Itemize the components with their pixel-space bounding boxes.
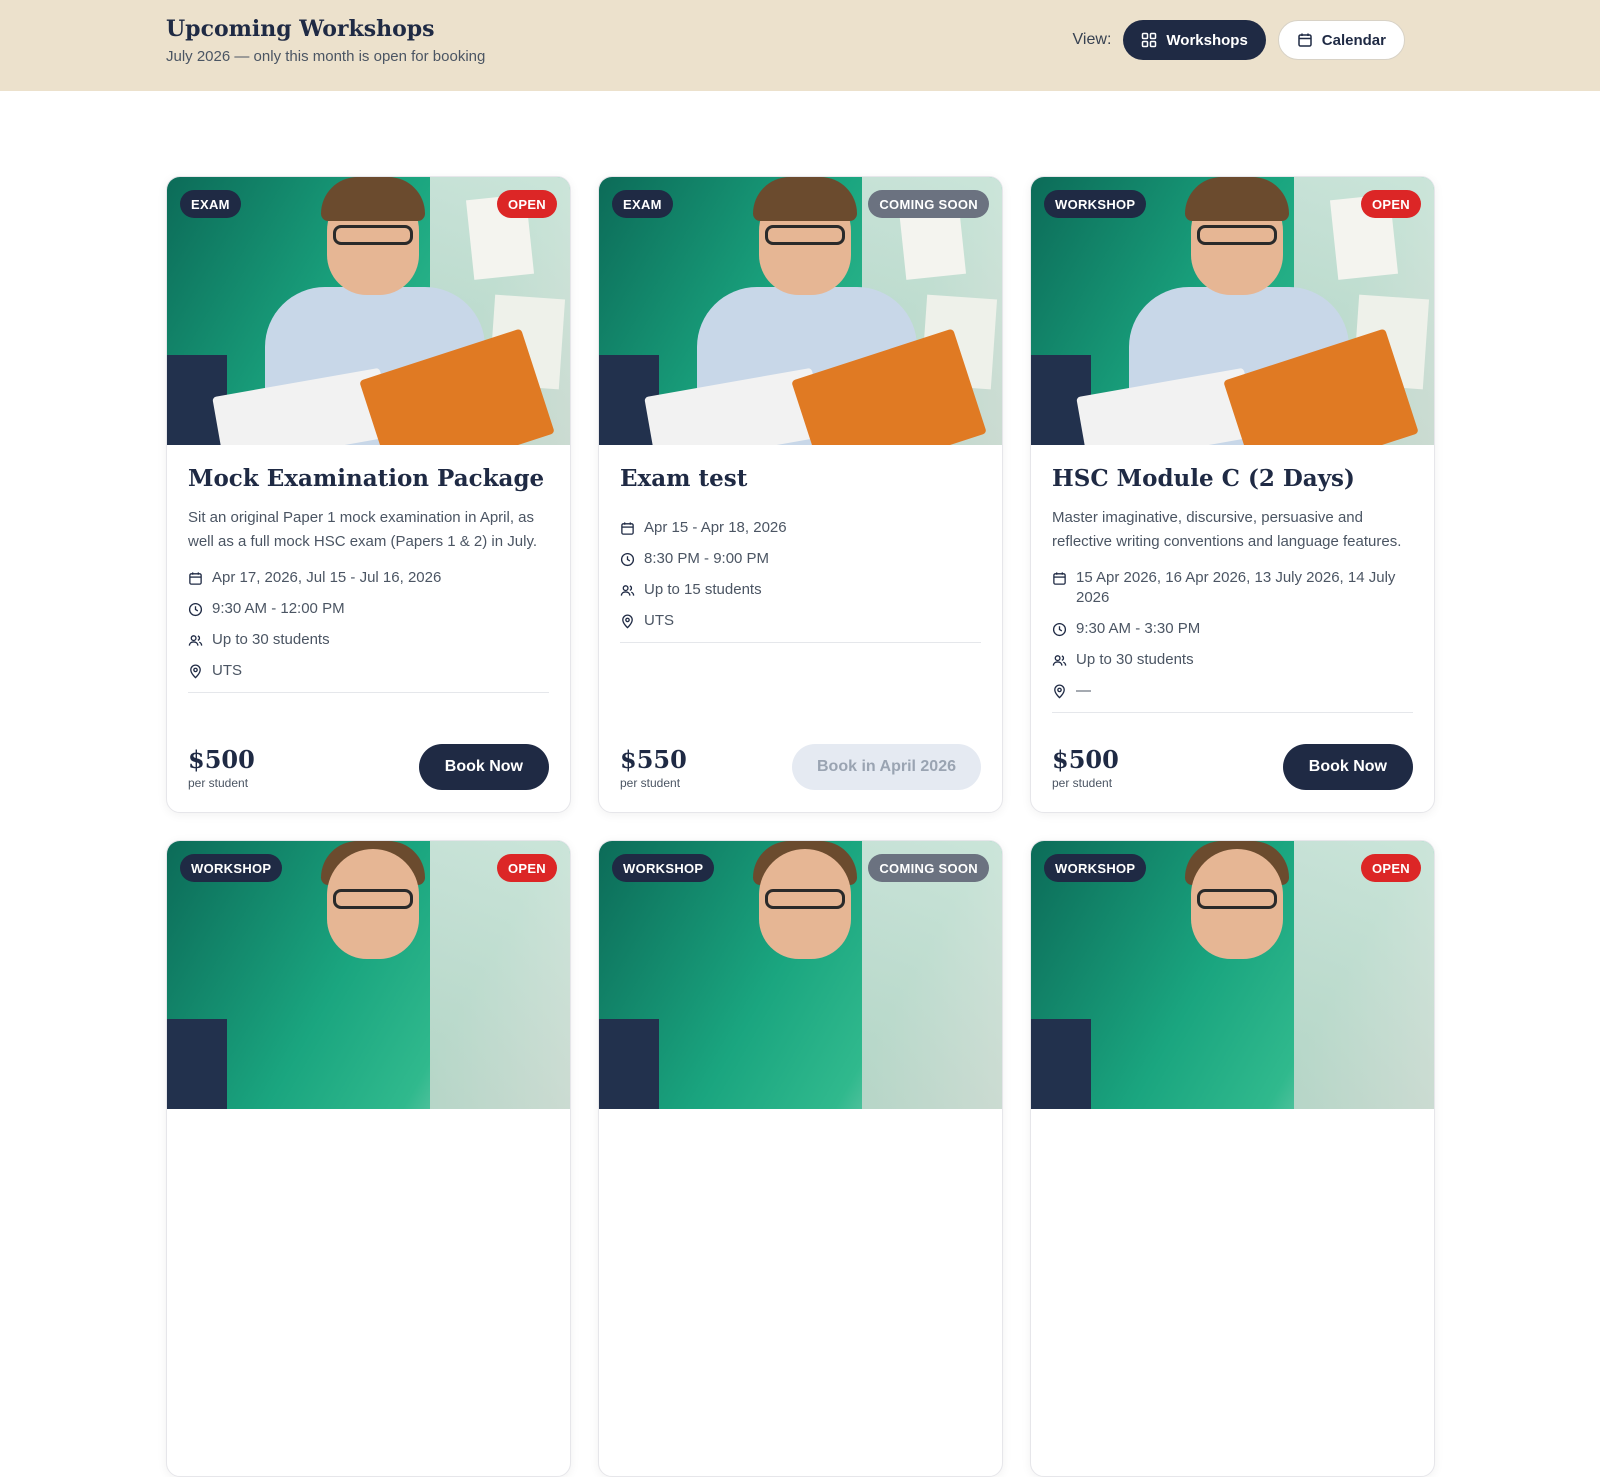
status-badge: COMING SOON — [868, 854, 989, 882]
capacity-text: Up to 15 students — [644, 581, 762, 598]
time-text: 9:30 AM - 3:30 PM — [1076, 620, 1201, 637]
clock-icon — [620, 552, 635, 567]
time-row: 9:30 AM - 12:00 PM — [188, 599, 549, 619]
workshop-image: WORKSHOP OPEN — [1031, 841, 1434, 1109]
map-pin-icon — [1054, 684, 1065, 699]
price: $500 — [188, 745, 255, 774]
date-text: Apr 15 - Apr 18, 2026 — [644, 519, 787, 536]
workshop-image: EXAM COMING SOON — [599, 177, 1002, 445]
divider — [620, 642, 981, 643]
capacity-row: Up to 30 students — [1052, 650, 1413, 670]
type-badge: WORKSHOP — [1044, 854, 1147, 882]
time-row: 8:30 PM - 9:00 PM — [620, 549, 981, 569]
divider — [1052, 712, 1413, 713]
calendar-icon — [621, 522, 634, 535]
capacity-row: Up to 15 students — [620, 580, 981, 600]
workshop-card: WORKSHOP OPEN — [1030, 840, 1435, 1477]
clock-icon — [1052, 622, 1067, 637]
date-row: 15 Apr 2026, 16 Apr 2026, 13 July 2026, … — [1052, 568, 1413, 608]
status-badge: OPEN — [1360, 854, 1421, 882]
calendar-icon — [189, 572, 202, 585]
users-icon — [188, 635, 203, 646]
card-title: Mock Examination Package — [188, 465, 545, 492]
card-description: Sit an original Paper 1 mock examination… — [188, 509, 538, 550]
divider — [188, 692, 549, 693]
price: $550 — [620, 745, 687, 774]
price-unit: per student — [1052, 776, 1113, 790]
users-icon — [1052, 655, 1067, 666]
view-workshops-button[interactable]: Workshops — [1123, 20, 1266, 60]
book-now-button[interactable]: Book Now — [1282, 744, 1413, 790]
date-row: Apr 17, 2026, Jul 15 - Jul 16, 2026 — [188, 568, 549, 588]
page-subtitle: July 2026 — only this month is open for … — [166, 48, 486, 65]
location-row: UTS — [620, 611, 981, 631]
time-text: 9:30 AM - 12:00 PM — [212, 600, 345, 617]
view-calendar-button[interactable]: Calendar — [1277, 20, 1405, 60]
map-pin-icon — [190, 664, 201, 679]
workshop-image: WORKSHOP COMING SOON — [599, 841, 1002, 1109]
book-now-button[interactable]: Book Now — [418, 744, 549, 790]
location-text: UTS — [644, 612, 674, 629]
capacity-text: Up to 30 students — [212, 631, 330, 648]
location-text: — — [1076, 682, 1091, 699]
workshop-grid: EXAM OPEN Mock Examination Package Sit a… — [166, 176, 1435, 1477]
workshop-image: EXAM OPEN — [167, 177, 570, 445]
workshop-card: WORKSHOP OPEN — [166, 840, 571, 1477]
price: $500 — [1052, 745, 1119, 774]
time-text: 8:30 PM - 9:00 PM — [644, 550, 770, 567]
location-row: — — [1052, 681, 1413, 701]
workshop-image: WORKSHOP OPEN — [1031, 177, 1434, 445]
date-row: Apr 15 - Apr 18, 2026 — [620, 518, 981, 538]
status-badge: OPEN — [496, 190, 557, 218]
book-later-button[interactable]: Book in April 2026 — [792, 744, 981, 790]
type-badge: WORKSHOP — [1044, 190, 1147, 218]
workshop-card: EXAM COMING SOON Exam test Apr 15 - Apr … — [598, 176, 1003, 813]
grid-icon — [1142, 32, 1157, 48]
calendar-icon — [1298, 33, 1312, 47]
page-header: Upcoming Workshops July 2026 — only this… — [0, 0, 1600, 91]
type-badge: EXAM — [180, 190, 241, 218]
price-unit: per student — [188, 776, 249, 790]
capacity-text: Up to 30 students — [1076, 651, 1194, 668]
view-calendar-label: Calendar — [1321, 31, 1386, 49]
calendar-icon — [1053, 572, 1066, 585]
workshop-image: WORKSHOP OPEN — [167, 841, 570, 1109]
users-icon — [620, 585, 635, 596]
view-switch: View: Workshops Calendar — [1073, 20, 1405, 60]
type-badge: EXAM — [612, 190, 673, 218]
price-block: $500 per student — [188, 745, 255, 790]
workshop-card: WORKSHOP COMING SOON — [598, 840, 1003, 1477]
status-badge: COMING SOON — [868, 190, 989, 218]
page-title: Upcoming Workshops — [166, 16, 435, 42]
time-row: 9:30 AM - 3:30 PM — [1052, 619, 1413, 639]
location-text: UTS — [212, 662, 242, 679]
card-description: Master imaginative, discursive, persuasi… — [1052, 509, 1402, 550]
location-row: UTS — [188, 661, 549, 681]
card-title: HSC Module C (2 Days) — [1052, 465, 1355, 492]
date-text: 15 Apr 2026, 16 Apr 2026, 13 July 2026, … — [1076, 569, 1396, 606]
map-pin-icon — [622, 614, 633, 629]
card-title: Exam test — [620, 465, 748, 492]
workshop-card: WORKSHOP OPEN HSC Module C (2 Days) Mast… — [1030, 176, 1435, 813]
price-block: $550 per student — [620, 745, 687, 790]
capacity-row: Up to 30 students — [188, 630, 549, 650]
date-text: Apr 17, 2026, Jul 15 - Jul 16, 2026 — [212, 569, 442, 586]
status-badge: OPEN — [1360, 190, 1421, 218]
price-unit: per student — [620, 776, 681, 790]
clock-icon — [188, 602, 203, 617]
type-badge: WORKSHOP — [180, 854, 283, 882]
type-badge: WORKSHOP — [612, 854, 715, 882]
header-titles: Upcoming Workshops July 2026 — only this… — [166, 16, 485, 65]
view-label: View: — [1072, 31, 1112, 48]
price-block: $500 per student — [1052, 745, 1119, 790]
view-workshops-label: Workshops — [1166, 31, 1248, 49]
workshop-card: EXAM OPEN Mock Examination Package Sit a… — [166, 176, 571, 813]
status-badge: OPEN — [496, 854, 557, 882]
